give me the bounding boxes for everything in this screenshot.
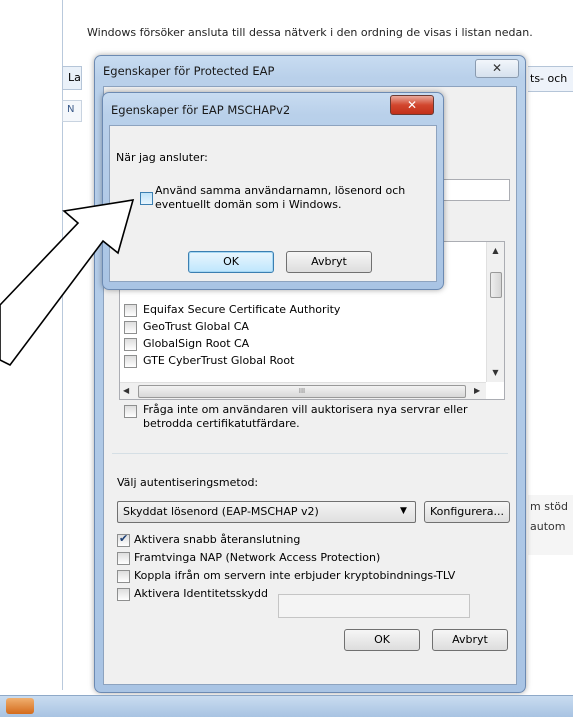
taskbar <box>0 695 573 717</box>
mschap-close-button[interactable]: ✕ <box>390 95 434 115</box>
mschap-dialog: Egenskaper för EAP MSCHAPv2 ✕ När jag an… <box>102 92 444 290</box>
identity-privacy-input[interactable] <box>278 594 470 618</box>
auth-method-dropdown[interactable]: Skyddat lösenord (EAP-MSCHAP v2) ▼ <box>117 501 416 523</box>
peap-cancel-label: Avbryt <box>452 633 488 646</box>
disconnect-tlv-label: Koppla ifrån om servern inte erbjuder kr… <box>134 569 456 582</box>
background-right-text-2: autom <box>530 520 566 533</box>
fast-reconnect-label: Aktivera snabb återanslutning <box>134 533 301 546</box>
mschap-ok-button[interactable]: OK <box>188 251 274 273</box>
scroll-thumb[interactable] <box>490 272 502 298</box>
configure-label: Konfigurera... <box>429 505 505 518</box>
use-windows-line1: Använd samma användarnamn, lösenord och <box>155 184 406 197</box>
close-icon: ✕ <box>491 61 503 75</box>
hscroll-thumb[interactable]: III <box>138 385 466 398</box>
scroll-left-icon[interactable]: ◀ <box>123 386 129 395</box>
peap-ok-label: OK <box>374 633 390 646</box>
background-subtab[interactable]: N <box>62 100 82 122</box>
option-fast-reconnect[interactable]: Aktivera snabb återanslutning <box>117 532 497 548</box>
background-right-tab[interactable]: ts- och <box>528 66 573 92</box>
network-instruction: Windows försöker ansluta till dessa nätv… <box>87 26 533 39</box>
close-icon: ✕ <box>406 98 418 112</box>
cert-label: GlobalSign Root CA <box>143 337 250 350</box>
option-enforce-nap[interactable]: Framtvinga NAP (Network Access Protectio… <box>117 550 497 566</box>
mschap-cancel-label: Avbryt <box>311 255 347 268</box>
no-prompt-label: Fråga inte om användaren vill auktoriser… <box>143 403 468 430</box>
scroll-up-icon[interactable]: ▲ <box>487 246 504 255</box>
peap-ok-button[interactable]: OK <box>344 629 420 651</box>
background-subtab-label: N <box>67 104 75 115</box>
peap-dialog-title: Egenskaper för Protected EAP <box>103 64 275 78</box>
cert-label: GTE CyberTrust Global Root <box>143 354 295 367</box>
mschap-ok-label: OK <box>223 255 239 268</box>
auth-method-label: Välj autentiseringsmetod: <box>117 476 259 489</box>
background-tab[interactable]: La <box>62 66 82 90</box>
use-windows-credentials-checkbox[interactable] <box>140 192 153 205</box>
divider <box>112 453 508 454</box>
enforce-nap-checkbox[interactable] <box>117 552 130 565</box>
auth-method-value: Skyddat lösenord (EAP-MSCHAP v2) <box>123 505 319 518</box>
cert-label: GeoTrust Global CA <box>143 320 249 333</box>
when-connecting-label: När jag ansluter: <box>116 151 208 164</box>
horizontal-scrollbar[interactable]: ◀ III ▶ <box>120 382 486 399</box>
vertical-scrollbar[interactable]: ▲ ▼ <box>486 242 504 382</box>
scroll-down-icon[interactable]: ▼ <box>487 368 504 377</box>
option-identity-privacy[interactable]: Aktivera Identitetsskydd <box>117 586 268 602</box>
mschap-dialog-title: Egenskaper för EAP MSCHAPv2 <box>111 103 291 117</box>
start-button-icon[interactable] <box>6 698 34 714</box>
scroll-right-icon[interactable]: ▶ <box>474 386 480 395</box>
enforce-nap-label: Framtvinga NAP (Network Access Protectio… <box>134 551 381 564</box>
grip-icon: III <box>298 387 306 395</box>
mschap-dialog-body: När jag ansluter: Använd samma användarn… <box>109 125 437 282</box>
no-prompt-checkbox[interactable] <box>124 405 137 418</box>
chevron-down-icon: ▼ <box>400 506 407 516</box>
option-disconnect-tlv[interactable]: Koppla ifrån om servern inte erbjuder kr… <box>117 568 497 584</box>
configure-button[interactable]: Konfigurera... <box>424 501 510 523</box>
background-right-text: m stöd autom <box>528 495 573 555</box>
identity-privacy-label: Aktivera Identitetsskydd <box>134 587 268 600</box>
background-right-text-1: m stöd <box>530 500 568 513</box>
disconnect-tlv-checkbox[interactable] <box>117 570 130 583</box>
peap-cancel-button[interactable]: Avbryt <box>432 629 508 651</box>
background-right-tab-label: ts- och <box>530 72 568 85</box>
mschap-cancel-button[interactable]: Avbryt <box>286 251 372 273</box>
identity-privacy-checkbox[interactable] <box>117 588 130 601</box>
use-windows-line2: eventuellt domän som i Windows. <box>155 198 342 211</box>
cert-label: Equifax Secure Certificate Authority <box>143 303 341 316</box>
peap-close-button[interactable]: ✕ <box>475 59 519 78</box>
background-tab-label: La <box>68 71 81 84</box>
pointer-arrow-icon <box>0 199 135 367</box>
fast-reconnect-checkbox[interactable] <box>117 532 130 547</box>
